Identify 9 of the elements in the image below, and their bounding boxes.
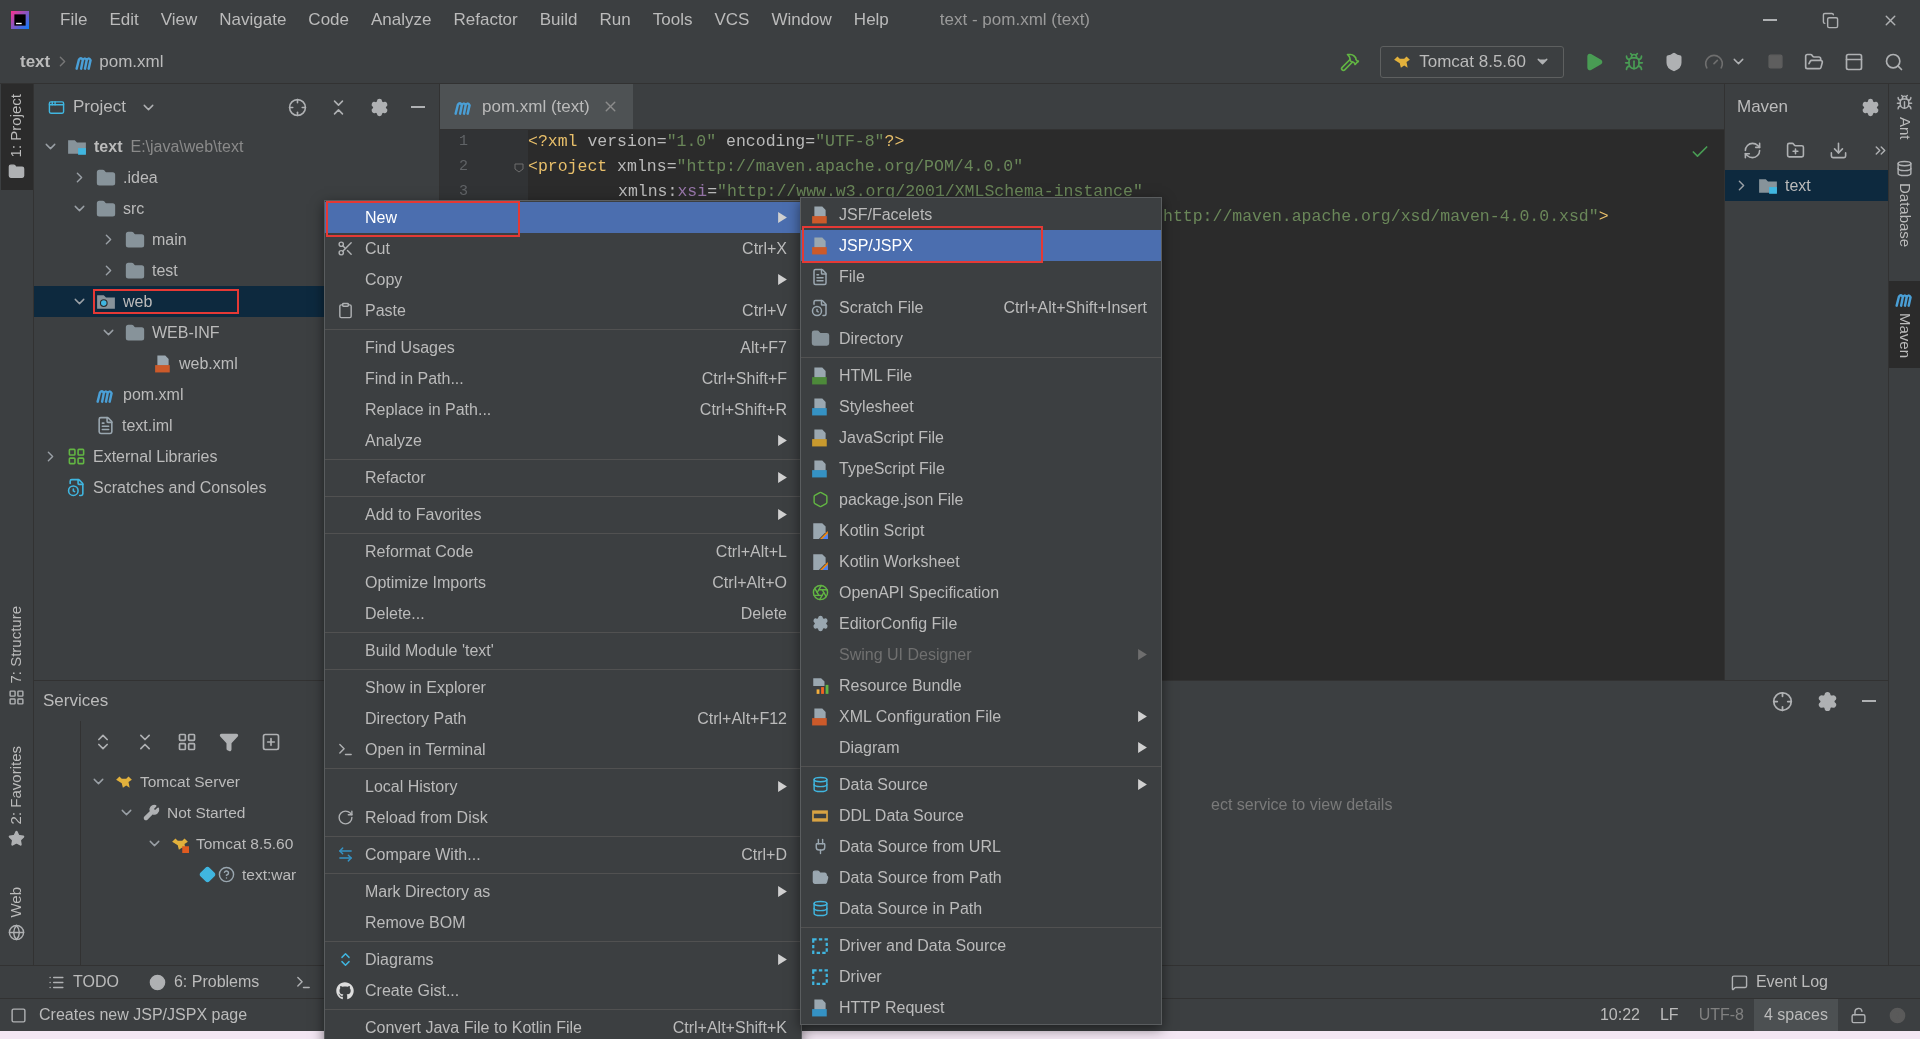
empty-hint: ect service to view details (1211, 796, 1393, 813)
code-line: xmlns:xsi="http://www.w3.org/2001/XMLSchema-instance" (618, 184, 1143, 201)
code-line: http://maven.apache.org/xsd/maven-4.0.0.xsd"> (1163, 209, 1609, 226)
code-line: <project xmlns="http://maven.apache.org/POM/4.0.0" (528, 159, 1024, 176)
window-title: text - pom.xml (text) (939, 9, 1090, 32)
code-line: <?xml version="1.0" encoding="UTF-8"?> (528, 134, 905, 151)
status-message: Creates new JSP/JSPX page (39, 1005, 248, 1025)
panel-title: Maven (1737, 96, 1789, 119)
panel-title: Services (43, 690, 109, 713)
